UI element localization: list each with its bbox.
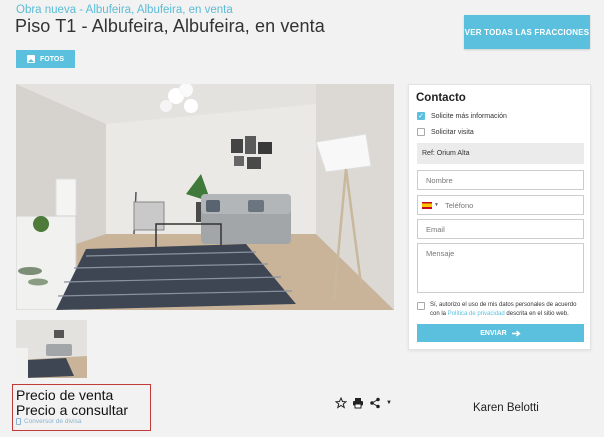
request-info-option[interactable]: ✓ Solicite más información — [417, 112, 507, 120]
main-photo[interactable] — [16, 84, 394, 310]
request-info-label: Solicite más información — [431, 112, 507, 120]
request-visit-checkbox[interactable] — [417, 128, 425, 136]
photos-button-label: FOTOS — [40, 55, 64, 63]
page-title: Piso T1 - Albufeira, Albufeira, en venta — [15, 16, 325, 36]
privacy-consent: Sí, autorizo el uso de mis datos persona… — [417, 301, 585, 318]
request-visit-label: Solicitar visita — [431, 128, 474, 136]
price-value: Precio a consultar — [16, 402, 129, 418]
thumbnail-image — [16, 320, 87, 378]
agent-name: Karen Belotti — [473, 402, 539, 414]
contact-heading: Contacto — [416, 92, 466, 104]
living-room-photo — [16, 84, 394, 310]
name-field[interactable]: Nombre — [417, 170, 584, 190]
photo-thumbnail[interactable] — [16, 320, 87, 378]
privacy-text-end: descrita en el sitio web. — [504, 310, 569, 317]
currency-converter-label: Conversor de divisa — [24, 418, 82, 425]
print-icon[interactable] — [352, 397, 364, 409]
request-visit-option[interactable]: Solicitar visita — [417, 128, 474, 136]
privacy-checkbox[interactable] — [417, 302, 425, 310]
message-field[interactable]: Mensaje — [417, 243, 584, 293]
star-icon[interactable] — [335, 397, 347, 409]
privacy-policy-link[interactable]: Política de privacidad — [448, 311, 505, 317]
listing-actions: ▼ — [335, 397, 392, 409]
message-placeholder: Mensaje — [426, 249, 455, 258]
name-placeholder: Nombre — [426, 175, 453, 185]
photos-button[interactable]: FOTOS — [16, 50, 75, 68]
contact-form: Contacto ✓ Solicite más información Soli… — [408, 84, 591, 350]
request-info-checkbox[interactable]: ✓ — [417, 112, 425, 120]
phone-field[interactable]: ▼ Teléfono — [417, 195, 584, 215]
reference-field: Ref: Orium Alta — [417, 143, 584, 164]
send-button-label: ENVIAR — [480, 329, 507, 337]
privacy-text: Sí, autorizo el uso de mis datos persona… — [430, 301, 585, 318]
view-all-fractions-button[interactable]: VER TODAS LAS FRACCIONES — [464, 15, 590, 49]
image-icon — [27, 55, 35, 63]
share-dropdown-icon[interactable]: ▼ — [386, 400, 392, 406]
phone-placeholder: Teléfono — [444, 200, 474, 210]
email-field[interactable]: Email — [417, 219, 584, 239]
arrow-right-icon — [511, 329, 521, 337]
price-label: Precio de venta — [16, 387, 114, 403]
send-button[interactable]: ENVIAR — [417, 324, 584, 342]
calculator-icon — [16, 418, 21, 425]
spain-flag-icon[interactable] — [422, 201, 432, 209]
currency-converter-link[interactable]: Conversor de divisa — [16, 418, 81, 425]
share-icon[interactable] — [369, 397, 381, 409]
breadcrumb[interactable]: Obra nueva - Albufeira, Albufeira, en ve… — [16, 4, 233, 16]
email-placeholder: Email — [426, 224, 445, 234]
country-dropdown-icon[interactable]: ▼ — [434, 202, 439, 208]
